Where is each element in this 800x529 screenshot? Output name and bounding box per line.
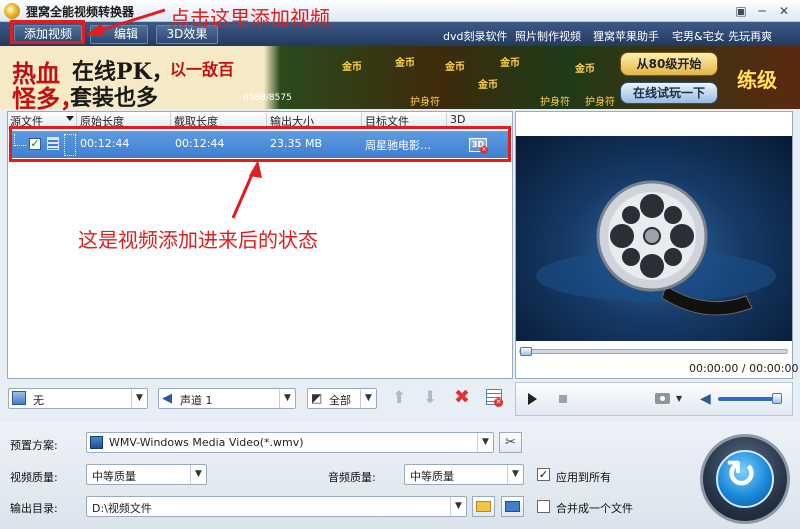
audio-track-select[interactable] [158,388,296,409]
film-reel-icon [536,180,776,316]
range-icon: ◩ [311,391,323,405]
preview-header [516,112,792,136]
subtitle-value: 无 [33,394,44,407]
chevron-down-icon[interactable]: ▼ [190,465,206,484]
seek-bar[interactable] [519,349,788,354]
time-display: 00:00:00 / 00:00:00 [689,362,799,375]
preset-format-icon [90,436,103,449]
chevron-down-icon[interactable]: ▼ [279,389,295,408]
merge-label: 合并成一个文件 [556,502,633,515]
speaker-icon: ◀ [162,391,172,406]
play-icon[interactable] [528,393,537,405]
output-dir-label: 输出目录: [10,502,58,515]
open-folder-icon [505,501,520,512]
video-quality-value: 中等质量 [92,470,136,483]
chevron-down-icon[interactable]: ▼ [450,497,466,516]
subtitle-icon [12,391,26,405]
chevron-down-icon[interactable]: ▼ [360,389,376,408]
preset-value: WMV-Windows Media Video(*.wmv) [109,436,304,449]
video-quality-label: 视频质量: [10,471,58,484]
output-dir-value: D:\视频文件 [92,502,152,515]
volume-icon[interactable]: ◀ [700,391,711,407]
settings-wrench-button[interactable]: ✂ [499,432,522,453]
audio-quality-label: 音频质量: [328,471,376,484]
audio-track-value: 声道 1 [180,394,213,407]
move-down-icon[interactable]: ⬇ [423,388,437,408]
range-value: 全部 [329,394,351,407]
folder-icon [476,501,491,512]
chevron-down-icon[interactable]: ▼ [507,465,523,484]
refresh-arrow-icon: ↻ [725,452,757,496]
chevron-down-icon[interactable]: ▼ [131,389,147,408]
merge-checkbox[interactable] [537,500,550,513]
camera-lens [660,396,665,401]
move-up-icon[interactable]: ⬆ [392,388,406,408]
chevron-down-icon[interactable]: ▼ [477,433,493,452]
chevron-down-icon[interactable]: ▼ [676,394,682,403]
apply-all-label: 应用到所有 [556,471,611,484]
apply-all-checkbox[interactable]: ✓ [537,468,550,481]
volume-thumb[interactable] [772,393,782,404]
clear-badge-icon: ✕ [494,398,503,407]
subtitle-select[interactable] [8,388,148,409]
stop-icon[interactable] [559,395,567,403]
seek-thumb[interactable] [520,347,532,356]
preset-label: 预置方案: [10,439,58,452]
delete-icon[interactable]: ✖ [454,386,470,408]
audio-quality-value: 中等质量 [410,470,454,483]
